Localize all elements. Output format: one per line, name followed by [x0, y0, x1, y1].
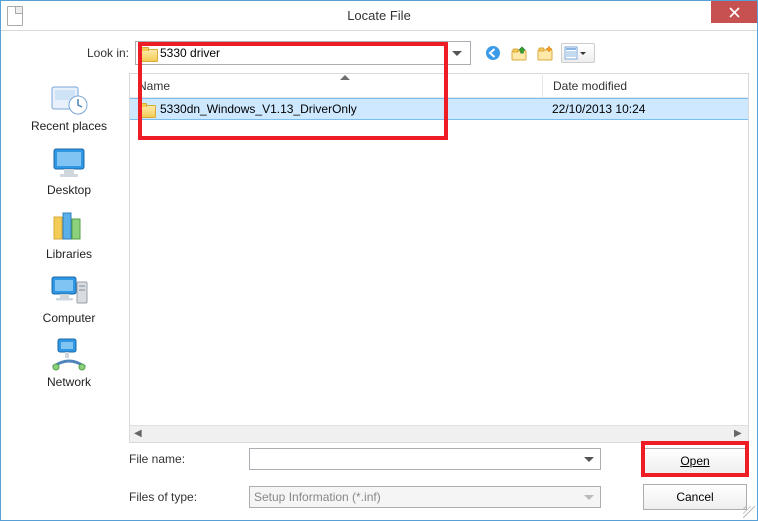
place-label: Desktop	[47, 183, 91, 197]
place-desktop[interactable]: Desktop	[9, 143, 129, 197]
place-recent[interactable]: Recent places	[9, 79, 129, 133]
body-split: Recent places Desktop	[9, 73, 749, 443]
lookin-combo[interactable]: 5330 driver	[135, 41, 471, 65]
up-icon	[511, 45, 527, 61]
toolbar-icons	[483, 43, 595, 63]
back-icon	[485, 45, 501, 61]
new-folder-icon	[537, 45, 553, 61]
computer-icon	[48, 271, 90, 309]
cancel-button[interactable]: Cancel	[643, 484, 747, 510]
open-button[interactable]: Open	[643, 448, 747, 474]
horizontal-scrollbar[interactable]: ◀ ▶	[130, 425, 748, 442]
recent-places-icon	[48, 79, 90, 117]
desktop-icon	[48, 143, 90, 181]
resize-grip[interactable]	[743, 506, 755, 518]
filename-label: File name:	[129, 452, 239, 466]
scroll-left-icon[interactable]: ◀	[134, 429, 144, 439]
lookin-row: Look in: 5330 driver	[9, 39, 749, 67]
locate-file-dialog: Locate File Look in: 5330 driver	[0, 0, 758, 521]
filename-input[interactable]	[254, 451, 596, 467]
place-computer[interactable]: Computer	[9, 271, 129, 325]
chevron-down-icon	[452, 51, 462, 56]
filetype-label: Files of type:	[129, 490, 239, 504]
chevron-down-icon	[584, 457, 594, 462]
views-button[interactable]	[561, 43, 595, 63]
filetype-combo: Setup Information (*.inf)	[249, 486, 601, 508]
place-network[interactable]: Network	[9, 335, 129, 389]
window-title: Locate File	[1, 8, 757, 23]
folder-icon	[138, 103, 154, 116]
chevron-down-icon	[584, 495, 594, 500]
close-icon	[729, 7, 740, 18]
network-icon	[48, 335, 90, 373]
open-button-label: Open	[680, 454, 709, 468]
up-one-level-button[interactable]	[509, 43, 529, 63]
file-list[interactable]: 5330dn_Windows_V1.13_DriverOnly 22/10/20…	[130, 98, 748, 425]
titlebar: Locate File	[1, 1, 757, 31]
place-label: Recent places	[31, 119, 107, 133]
place-libraries[interactable]: Libraries	[9, 207, 129, 261]
dialog-buttons: Open Cancel	[643, 448, 747, 510]
place-label: Libraries	[46, 247, 92, 261]
filename-combo[interactable]	[249, 448, 601, 470]
chevron-down-icon	[580, 52, 586, 55]
sort-ascending-icon	[340, 75, 350, 80]
column-date-header[interactable]: Date modified	[543, 79, 748, 93]
column-name-header[interactable]: Name	[130, 79, 542, 93]
folder-icon	[140, 47, 156, 60]
filetype-dropdown-button	[580, 487, 598, 507]
filetype-value: Setup Information (*.inf)	[254, 490, 381, 504]
document-icon	[7, 6, 23, 26]
scroll-right-icon[interactable]: ▶	[734, 429, 744, 439]
filename-dropdown-button[interactable]	[580, 449, 598, 469]
file-date-cell: 22/10/2013 10:24	[542, 102, 748, 116]
lookin-label: Look in:	[75, 46, 129, 60]
client-area: Look in: 5330 driver	[1, 31, 757, 520]
column-headers: Name Date modified	[130, 74, 748, 98]
back-button[interactable]	[483, 43, 503, 63]
places-bar: Recent places Desktop	[9, 73, 129, 443]
cancel-button-label: Cancel	[676, 490, 713, 504]
views-icon	[564, 46, 578, 60]
place-label: Network	[47, 375, 91, 389]
lookin-dropdown-button[interactable]	[448, 42, 466, 64]
file-name: 5330dn_Windows_V1.13_DriverOnly	[160, 102, 357, 116]
place-label: Computer	[43, 311, 96, 325]
file-row[interactable]: 5330dn_Windows_V1.13_DriverOnly 22/10/20…	[130, 98, 748, 120]
libraries-icon	[48, 207, 90, 245]
close-button[interactable]	[711, 1, 757, 23]
file-name-cell: 5330dn_Windows_V1.13_DriverOnly	[130, 102, 542, 116]
lookin-value: 5330 driver	[160, 46, 444, 60]
file-list-area: Name Date modified 5330dn_Windows_V1.13_…	[129, 73, 749, 443]
new-folder-button[interactable]	[535, 43, 555, 63]
